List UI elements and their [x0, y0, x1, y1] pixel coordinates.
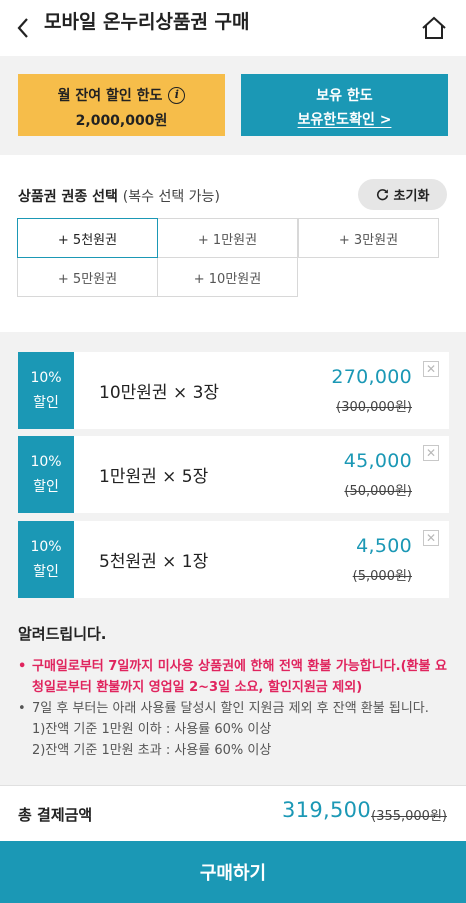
app-header: 모바일 온누리상품권 구매 [0, 0, 466, 56]
home-button[interactable] [414, 8, 454, 48]
remove-voucher-button[interactable]: ✕ [423, 530, 439, 546]
notice-item: • 7일 후 부터는 아래 사용률 달성시 할인 지원금 제외 후 잔액 환불 … [18, 698, 450, 719]
option-10k[interactable]: + 1만원권 [157, 218, 298, 258]
remove-voucher-button[interactable]: ✕ [423, 445, 439, 461]
select-subtitle: (복수 선택 가능) [122, 189, 220, 205]
option-50k[interactable]: + 5만원권 [17, 257, 158, 297]
discount-label: 할인 [33, 564, 59, 580]
notice-body: • 구매일로부터 7일까지 미사용 상품권에 한해 전액 환불 가능합니다.(환… [18, 656, 450, 761]
perforation [70, 436, 78, 513]
back-button[interactable] [8, 10, 38, 46]
limit-section: 월 잔여 할인 한도 i 2,000,000원 보유 한도 보유한도확인 > [0, 56, 466, 155]
voucher-name: 1만원권 × 5장 [99, 467, 209, 487]
total-label: 총 결제금액 [18, 806, 93, 824]
reset-label: 초기화 [393, 189, 430, 204]
voucher-original-price: (5,000원) [352, 569, 412, 584]
selected-voucher-list: 10% 할인 10만원권 × 3장 270,000 (300,000원) ✕ 1… [0, 332, 466, 600]
discount-percent: 10% [30, 454, 62, 470]
voucher-original-price: (50,000원) [344, 484, 412, 499]
notice-sub-item: 2)잔액 기준 1만원 초과 : 사용률 60% 이상 [32, 743, 272, 758]
voucher-card: 10% 할인 5천원권 × 1장 4,500 (5,000원) ✕ [18, 521, 449, 598]
owned-limit-label: 보유 한도 [316, 88, 373, 104]
notice-sub-item: 1)잔액 기준 1만원 이하 : 사용률 60% 이상 [32, 722, 272, 737]
discount-tag: 10% 할인 [18, 436, 78, 513]
voucher-price: 270,000 [331, 366, 412, 388]
reset-button[interactable]: 초기화 [358, 179, 447, 210]
discount-tag: 10% 할인 [18, 521, 78, 598]
select-title: 상품권 권종 선택 (복수 선택 가능) [18, 186, 220, 206]
option-30k[interactable]: + 3만원권 [298, 218, 439, 258]
voucher-name: 5천원권 × 1장 [99, 552, 209, 572]
voucher-original-price: (300,000원) [336, 400, 412, 415]
owned-limit-box[interactable]: 보유 한도 보유한도확인 > [241, 74, 448, 136]
voucher-price: 4,500 [356, 535, 412, 557]
total-price: 319,500 [282, 798, 371, 822]
total-bar: 총 결제금액 319,500 (355,000원) [0, 785, 466, 841]
option-100k[interactable]: + 10만원권 [157, 257, 298, 297]
option-5k[interactable]: + 5천원권 [17, 218, 158, 258]
home-icon [422, 16, 446, 39]
select-title-text: 상품권 권종 선택 [18, 189, 118, 205]
purchase-button[interactable]: 구매하기 [0, 841, 466, 903]
owned-limit-link[interactable]: 보유한도확인 > [241, 109, 448, 129]
notice-item: • 구매일로부터 7일까지 미사용 상품권에 한해 전액 환불 가능합니다.(환… [18, 656, 450, 698]
monthly-limit-value: 2,000,000원 [75, 113, 168, 129]
monthly-limit-box: 월 잔여 할인 한도 i 2,000,000원 [18, 74, 225, 136]
notice-section: 알려드립니다. • 구매일로부터 7일까지 미사용 상품권에 한해 전액 환불 … [0, 600, 466, 785]
total-original-price: (355,000원) [371, 809, 447, 824]
discount-label: 할인 [33, 479, 59, 495]
notice-title: 알려드립니다. [18, 625, 107, 643]
voucher-card: 10% 할인 1만원권 × 5장 45,000 (50,000원) ✕ [18, 436, 449, 513]
page-title: 모바일 온누리상품권 구매 [44, 11, 250, 33]
discount-label: 할인 [33, 395, 59, 411]
discount-percent: 10% [30, 539, 62, 555]
notice-refund-text: 구매일로부터 7일까지 미사용 상품권에 한해 전액 환불 가능합니다.(환불 … [32, 659, 447, 695]
chevron-left-icon [17, 18, 28, 38]
perforation [70, 352, 78, 429]
remove-voucher-button[interactable]: ✕ [423, 361, 439, 377]
monthly-limit-label: 월 잔여 할인 한도 [57, 88, 163, 104]
voucher-name: 10만원권 × 3장 [99, 383, 220, 403]
voucher-select-section: 상품권 권종 선택 (복수 선택 가능) 초기화 + 5천원권 + 1만원권 +… [0, 155, 466, 332]
voucher-card: 10% 할인 10만원권 × 3장 270,000 (300,000원) ✕ [18, 352, 449, 429]
info-icon[interactable]: i [168, 86, 186, 104]
refresh-icon [376, 189, 388, 201]
perforation [70, 521, 78, 598]
voucher-price: 45,000 [343, 450, 412, 472]
discount-percent: 10% [30, 370, 62, 386]
notice-partial-refund-text: 7일 후 부터는 아래 사용률 달성시 할인 지원금 제외 후 잔액 환불 됩니… [32, 701, 429, 716]
discount-tag: 10% 할인 [18, 352, 78, 429]
